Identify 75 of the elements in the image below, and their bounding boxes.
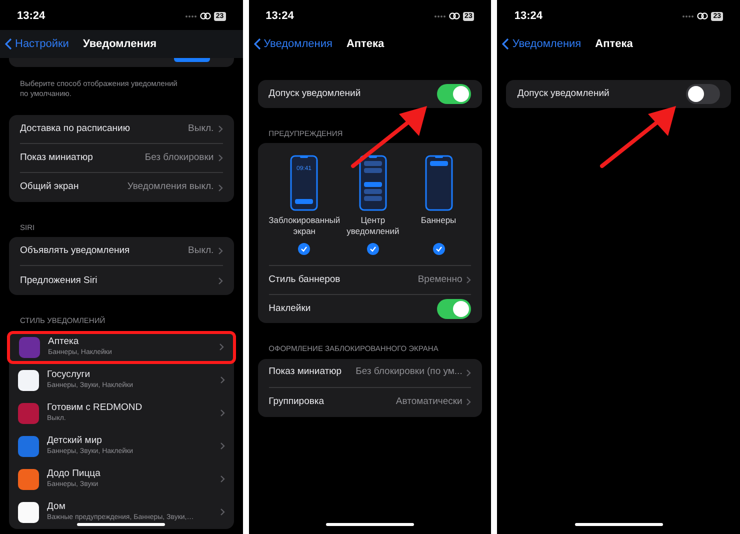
row-value: Временно [418, 273, 462, 288]
settings-row[interactable]: Общий экран Уведомления выкл. [20, 173, 223, 202]
checkmark-icon[interactable] [432, 243, 445, 256]
chevron-icon [218, 343, 224, 351]
row-label: Предложения Siri [20, 274, 98, 288]
link-icon [697, 12, 708, 20]
chevron-icon [220, 376, 225, 384]
chevron-icon [466, 398, 472, 406]
navigation-title: Аптека [595, 36, 633, 52]
status-time: 13:24 [266, 8, 294, 24]
link-icon [448, 12, 460, 20]
chevron-icon [218, 247, 223, 256]
row-label: Показ миниатюр [268, 365, 342, 380]
app-name: Готовим с REDMOND [47, 402, 144, 414]
app-name: Аптека [48, 336, 80, 348]
chevron-icon [218, 184, 223, 192]
row-label: Показ миниатюр [20, 150, 93, 165]
back-chevron-icon [5, 38, 12, 50]
link-icon [200, 12, 211, 20]
row-label: Группировка [268, 394, 324, 409]
app-name: Дом [47, 501, 66, 513]
phone-illustration [358, 155, 387, 212]
signal-icon [184, 14, 197, 18]
settings-row[interactable]: Стиль баннеров Временно [268, 266, 472, 296]
back-button[interactable]: Уведомления [502, 36, 582, 52]
chevron-icon [220, 475, 225, 483]
row-label: Наклейки [268, 302, 311, 316]
chevron-icon [218, 154, 223, 162]
chevron-icon [466, 276, 472, 284]
row-label: Допуск уведомлений [268, 86, 361, 101]
app-name: Детский мир [47, 435, 102, 447]
row-label: Допуск уведомлений [517, 86, 610, 101]
back-button[interactable]: Уведомления [254, 36, 332, 52]
row-value: Без блокировки [144, 150, 214, 165]
navigation-title: Аптека [346, 36, 384, 52]
row-value: Выкл. [188, 244, 214, 258]
option-label: Заблокированный экран [268, 215, 340, 238]
app-name: Додо Пицца [47, 468, 102, 480]
settings-row[interactable]: Показ миниатюр Без блокировки (по ум... [268, 358, 472, 388]
row-label: Доставка по расписанию [20, 122, 130, 136]
back-chevron-icon [502, 38, 510, 50]
option-label: Баннеры [420, 215, 456, 228]
toggle-switch[interactable] [437, 84, 472, 104]
settings-row[interactable]: Показ миниатюр Без блокировки [20, 144, 223, 173]
toggle-switch[interactable] [437, 299, 472, 320]
checkmark-icon[interactable] [366, 243, 379, 256]
signal-icon [434, 14, 446, 18]
back-chevron-icon [254, 38, 261, 50]
row-value: Автоматически [396, 394, 462, 409]
chevron-icon [220, 409, 225, 417]
row-value: Уведомления выкл. [127, 180, 214, 194]
navigation-title: Уведомления [82, 36, 157, 52]
status-time: 13:24 [514, 8, 542, 24]
row-value: Выкл. [188, 122, 214, 136]
row-label: Объявлять уведомления [20, 244, 130, 258]
phone-illustration [424, 155, 453, 212]
row-label: Стиль баннеров [268, 273, 340, 288]
settings-row[interactable]: Объявлять уведомления Выкл. [20, 237, 223, 266]
chevron-icon [220, 508, 225, 516]
row-value: Без блокировки (по ум... [356, 365, 462, 380]
chevron-icon [218, 125, 223, 133]
row-label: Общий экран [20, 180, 79, 194]
option-label: Центр уведомлений [346, 215, 400, 238]
chevron-icon [218, 276, 223, 285]
signal-icon [682, 14, 694, 18]
chevron-icon [466, 368, 472, 376]
chevron-icon [220, 442, 225, 450]
toggle-switch[interactable] [686, 84, 720, 104]
back-button[interactable]: Настройки [5, 36, 69, 52]
status-time: 13:24 [17, 8, 46, 24]
settings-row[interactable]: Предложения Siri [20, 266, 223, 296]
app-name: Госуслуги [47, 369, 92, 381]
checkmark-icon[interactable] [298, 243, 310, 256]
settings-row[interactable]: Доставка по расписанию Выкл. [20, 115, 223, 144]
settings-row[interactable]: Группировка Автоматически [268, 388, 472, 416]
